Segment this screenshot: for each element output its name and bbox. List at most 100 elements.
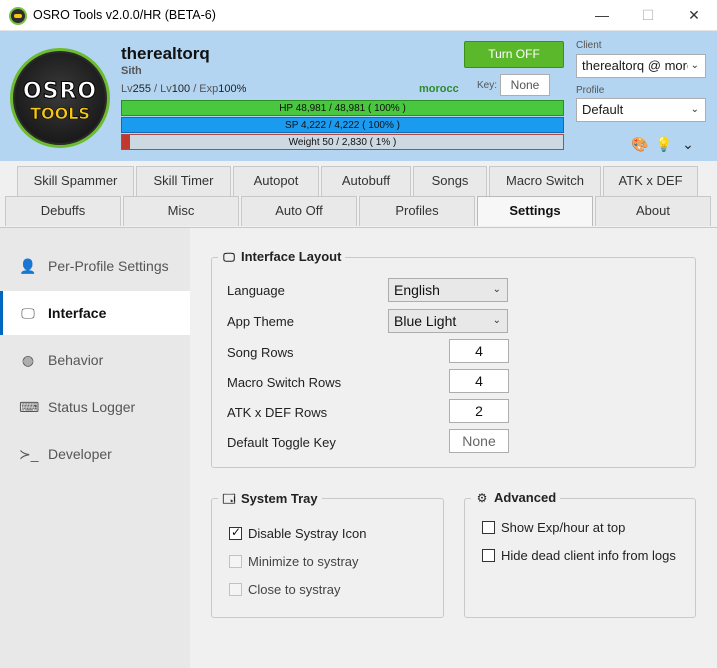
tab-atk-x-def[interactable]: ATK x DEF (603, 166, 698, 196)
language-label: Language (227, 283, 285, 298)
tab-misc[interactable]: Misc (123, 196, 239, 226)
person-icon: 👤 (19, 258, 37, 274)
tab-autobuff[interactable]: Autobuff (321, 166, 411, 196)
chevron-down-icon: ⌄ (492, 315, 501, 326)
tab-skill-spammer[interactable]: Skill Spammer (17, 166, 134, 196)
exp-percent: 100% (218, 83, 247, 95)
minimize-button[interactable]: — (579, 0, 625, 31)
minimize-to-systray-checkbox: Minimize to systray (229, 554, 429, 570)
tab-songs[interactable]: Songs (413, 166, 487, 196)
profile-select[interactable]: Default ⌄ (576, 98, 706, 122)
tab-autopot[interactable]: Autopot (233, 166, 319, 196)
song-rows-label: Song Rows (227, 345, 294, 360)
interface-layout-title-text: Interface Layout (241, 249, 342, 264)
tab-settings[interactable]: Settings (477, 196, 593, 226)
osro-app-icon (9, 7, 27, 25)
lv-prefix: Lv (121, 83, 133, 95)
settings-sidebar: 👤 Per-Profile Settings 🖵 Interface ◍ Beh… (0, 227, 190, 668)
weight-bar-fill (122, 135, 130, 149)
atk-def-rows-label: ATK x DEF Rows (227, 405, 328, 420)
checkbox-checked[interactable] (229, 525, 242, 540)
tab-macro-switch[interactable]: Macro Switch (489, 166, 601, 196)
tab-skill-timer[interactable]: Skill Timer (136, 166, 231, 196)
tab-debuffs[interactable]: Debuffs (5, 196, 121, 226)
app-theme-value: Blue Light (394, 313, 457, 329)
macro-switch-rows-input[interactable]: 4 (449, 369, 509, 393)
toggle-key-input[interactable]: None (500, 74, 550, 96)
checkbox-unchecked[interactable] (482, 549, 495, 562)
advanced-title: ⚙ Advanced (471, 490, 561, 505)
atk-def-rows-input[interactable]: 2 (449, 399, 509, 423)
sidebar-item-interface[interactable]: 🖵 Interface (0, 291, 190, 335)
checkbox-disabled (229, 583, 242, 596)
advanced-title-text: Advanced (494, 490, 557, 505)
weight-bar: Weight 50 / 2,830 ( 1% ) (121, 134, 564, 150)
sidebar-item-status-logger[interactable]: ⌨ Status Logger (0, 385, 190, 429)
interface-layout-title: 🖵 Interface Layout (218, 249, 346, 265)
character-name: therealtorq (121, 44, 210, 63)
sidebar-item-label: Per-Profile Settings (48, 258, 169, 274)
system-tray-title: 🗔 System Tray (218, 490, 322, 511)
disable-systray-label: Disable Systray Icon (248, 526, 367, 541)
settings-content: 🖵 Interface Layout Language English ⌄ App … (190, 227, 717, 668)
turn-off-button[interactable]: Turn OFF (464, 41, 564, 68)
sidebar-item-label: Developer (48, 446, 112, 462)
hp-bar: HP 48,981 / 48,981 ( 100% ) (121, 100, 564, 116)
sidebar-item-behavior[interactable]: ◍ Behavior (0, 338, 190, 382)
profile-label: Profile (576, 85, 605, 96)
default-toggle-key-input[interactable]: None (449, 429, 509, 453)
maximize-button[interactable]: ☐ (625, 0, 671, 31)
globe-icon: ◍ (21, 352, 35, 368)
client-value: therealtorq @ morc (582, 58, 694, 73)
key-label: Key: (477, 80, 498, 91)
close-to-systray-label: Close to systray (248, 582, 341, 597)
sidebar-item-label: Behavior (48, 352, 104, 368)
weight-text: Weight 50 / 2,830 ( 1% ) (288, 137, 397, 148)
logo-text-tools: TOOLS (30, 104, 90, 124)
monitor-icon: 🖵 (223, 250, 235, 264)
close-to-systray-checkbox: Close to systray (229, 582, 429, 598)
tab-about[interactable]: About (595, 196, 711, 226)
window-title: OSRO Tools v2.0.0/HR (BETA-6) (33, 8, 216, 22)
system-tray-group: 🗔 System Tray Disable Systray Icon Minimi… (211, 490, 444, 618)
palette-icon[interactable]: 🎨 (630, 134, 650, 154)
sidebar-item-developer[interactable]: ≻_ Developer (0, 432, 190, 476)
osro-tools-logo: OSRO TOOLS (10, 48, 110, 148)
show-exp-hour-checkbox[interactable]: Show Exp/hour at top (482, 520, 692, 536)
show-exp-hour-label: Show Exp/hour at top (501, 520, 626, 535)
language-select[interactable]: English ⌄ (388, 278, 508, 302)
character-class: Sith (121, 65, 142, 77)
sidebar-item-label: Status Logger (48, 399, 136, 415)
gear-icon: ⚙ (476, 491, 488, 505)
client-select[interactable]: therealtorq @ morc ⌄ (576, 54, 706, 78)
song-rows-input[interactable]: 4 (449, 339, 509, 363)
interface-layout-group: 🖵 Interface Layout Language English ⌄ App … (211, 249, 696, 468)
character-level-info: Lv255 / Lv100 / Exp100% (121, 83, 246, 95)
server-name: morocc (419, 83, 459, 95)
logo-text-osro: OSRO (22, 79, 98, 105)
checkbox-unchecked[interactable] (482, 521, 495, 534)
client-label: Client (576, 40, 602, 51)
lightbulb-icon[interactable]: 💡 (654, 134, 674, 154)
hide-dead-client-label: Hide dead client info from logs (501, 548, 676, 563)
tab-auto-off[interactable]: Auto Off (241, 196, 357, 226)
job-level: 100 (171, 83, 191, 95)
hide-dead-client-checkbox[interactable]: Hide dead client info from logs (482, 548, 692, 564)
advanced-group: ⚙ Advanced Show Exp/hour at top Hide dead… (464, 490, 696, 618)
sidebar-item-per-profile-settings[interactable]: 👤 Per-Profile Settings (0, 244, 190, 288)
minimize-to-systray-label: Minimize to systray (248, 554, 359, 569)
app-theme-label: App Theme (227, 314, 294, 329)
sp-text: SP 4,222 / 4,222 ( 100% ) (285, 120, 400, 131)
default-toggle-key-label: Default Toggle Key (227, 435, 336, 450)
profile-value: Default (582, 102, 624, 117)
chevron-down-icon[interactable]: ⌄ (678, 134, 698, 154)
chevron-down-icon: ⌄ (687, 99, 699, 121)
disable-systray-checkbox[interactable]: Disable Systray Icon (229, 525, 429, 542)
hp-text: HP 48,981 / 48,981 ( 100% ) (279, 103, 406, 114)
tab-profiles[interactable]: Profiles (359, 196, 475, 226)
close-button[interactable]: ✕ (671, 0, 717, 31)
language-value: English (394, 282, 440, 298)
base-level: 255 (132, 83, 151, 95)
app-theme-select[interactable]: Blue Light ⌄ (388, 309, 508, 333)
chevron-down-icon: ⌄ (492, 284, 501, 295)
